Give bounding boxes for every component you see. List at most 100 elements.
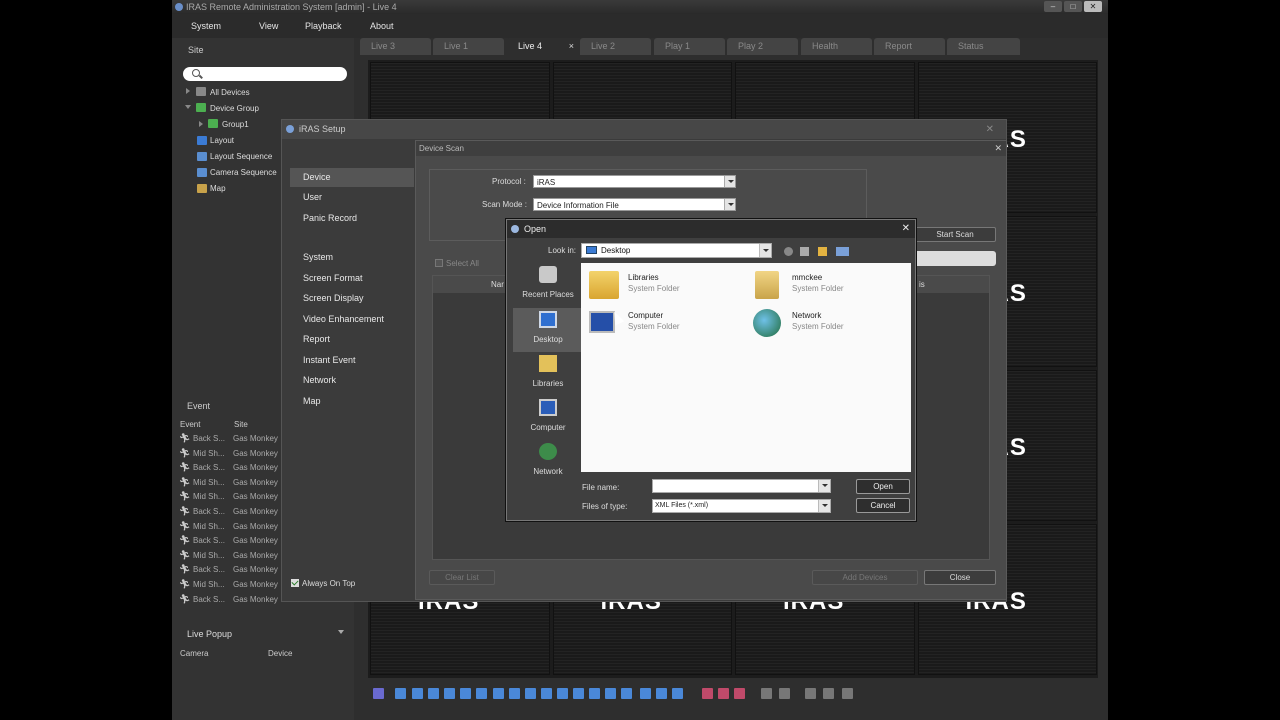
layout-toolbar-icon[interactable] xyxy=(589,688,600,699)
menu-view[interactable]: View xyxy=(259,21,278,31)
tree-item-group1[interactable]: Group1 xyxy=(222,120,249,129)
tab-live-4[interactable]: Live 4 × xyxy=(507,38,578,55)
look-in-select[interactable]: Desktop xyxy=(581,243,772,258)
always-on-top-checkbox[interactable]: Always On Top xyxy=(291,579,355,588)
nav-report[interactable]: Report xyxy=(290,330,414,349)
scan-mode-select[interactable]: Device Information File xyxy=(533,198,736,211)
select-all-checkbox[interactable]: Select All xyxy=(435,259,479,268)
cancel-button[interactable]: Cancel xyxy=(856,498,910,513)
layout-toolbar-icon[interactable] xyxy=(761,688,772,699)
site-search-input[interactable] xyxy=(183,67,347,81)
start-scan-button[interactable]: Start Scan xyxy=(914,227,996,242)
layout-toolbar-icon[interactable] xyxy=(412,688,423,699)
tab-health[interactable]: Health xyxy=(801,38,872,55)
tab-report[interactable]: Report xyxy=(874,38,945,55)
tree-item-map[interactable]: Map xyxy=(210,184,226,193)
tree-item-device-group[interactable]: Device Group xyxy=(210,104,259,113)
menu-system[interactable]: System xyxy=(191,21,221,31)
layout-toolbar-icon[interactable] xyxy=(823,688,834,699)
layout-toolbar-icon[interactable] xyxy=(656,688,667,699)
tab-live-3[interactable]: Live 3 xyxy=(360,38,431,55)
new-folder-icon[interactable] xyxy=(818,247,827,256)
layout-toolbar-icon[interactable] xyxy=(493,688,504,699)
tab-play-1[interactable]: Play 1 xyxy=(654,38,725,55)
up-folder-icon[interactable] xyxy=(800,247,809,256)
col-status[interactable]: is xyxy=(919,280,925,289)
event-col-event[interactable]: Event xyxy=(180,420,200,429)
tree-item-all-devices[interactable]: All Devices xyxy=(210,88,250,97)
file-item-computer[interactable]: Computer System Folder xyxy=(585,307,735,339)
tab-play-2[interactable]: Play 2 xyxy=(727,38,798,55)
nav-instant-event[interactable]: Instant Event xyxy=(290,351,414,370)
layout-toolbar-icon[interactable] xyxy=(476,688,487,699)
file-item-mmckee[interactable]: mmckee System Folder xyxy=(749,269,899,301)
layout-toolbar-icon[interactable] xyxy=(842,688,853,699)
layout-toolbar-icon[interactable] xyxy=(805,688,816,699)
file-name-input[interactable] xyxy=(652,479,831,493)
minimize-button[interactable]: – xyxy=(1044,1,1062,12)
open-button[interactable]: Open xyxy=(856,479,910,494)
place-desktop[interactable]: Desktop xyxy=(513,308,583,352)
tab-live-2[interactable]: Live 2 xyxy=(580,38,651,55)
tab-live-1[interactable]: Live 1 xyxy=(433,38,504,55)
file-item-libraries[interactable]: Libraries System Folder xyxy=(585,269,735,301)
nav-user[interactable]: User xyxy=(290,188,414,207)
nav-screen-display[interactable]: Screen Display xyxy=(290,289,414,308)
nav-network[interactable]: Network xyxy=(290,371,414,390)
layout-toolbar-icon[interactable] xyxy=(718,688,729,699)
layout-toolbar-icon[interactable] xyxy=(509,688,520,699)
close-button[interactable]: Close xyxy=(924,570,996,585)
tree-item-layout-sequence[interactable]: Layout Sequence xyxy=(210,152,272,161)
close-icon[interactable]: ✕ xyxy=(994,141,1002,156)
file-list[interactable]: Libraries System Folder mmckee System Fo… xyxy=(581,263,911,472)
nav-system[interactable]: System xyxy=(290,248,414,267)
layout-toolbar-icon[interactable] xyxy=(460,688,471,699)
nav-panic-record[interactable]: Panic Record xyxy=(290,209,414,228)
back-icon[interactable] xyxy=(784,247,793,256)
menu-about[interactable]: About xyxy=(370,21,394,31)
layout-toolbar-icon[interactable] xyxy=(541,688,552,699)
expand-icon[interactable] xyxy=(199,121,203,127)
close-icon[interactable]: ✕ xyxy=(986,120,994,139)
layout-toolbar-icon[interactable] xyxy=(779,688,790,699)
file-type-select[interactable]: XML Files (*.xml) xyxy=(652,499,831,513)
layout-toolbar-icon[interactable] xyxy=(702,688,713,699)
close-icon[interactable]: ✕ xyxy=(902,220,910,238)
layout-toolbar-icon[interactable] xyxy=(672,688,683,699)
close-window-button[interactable]: ✕ xyxy=(1084,1,1102,12)
col-name[interactable]: Nar xyxy=(491,280,504,289)
collapse-icon[interactable] xyxy=(185,105,191,109)
layout-toolbar-icon[interactable] xyxy=(573,688,584,699)
tree-item-camera-sequence[interactable]: Camera Sequence xyxy=(210,168,277,177)
layout-toolbar-icon[interactable] xyxy=(525,688,536,699)
nav-map[interactable]: Map xyxy=(290,392,414,411)
maximize-button[interactable]: □ xyxy=(1064,1,1082,12)
file-item-network[interactable]: Network System Folder xyxy=(749,307,899,339)
place-recent-places[interactable]: Recent Places xyxy=(513,263,583,307)
layout-toolbar-icon[interactable] xyxy=(605,688,616,699)
live-popup-col-camera[interactable]: Camera xyxy=(180,649,208,658)
layout-toolbar-icon[interactable] xyxy=(444,688,455,699)
layout-toolbar-icon[interactable] xyxy=(640,688,651,699)
live-popup-col-device[interactable]: Device xyxy=(268,649,292,658)
layout-toolbar-icon[interactable] xyxy=(734,688,745,699)
layout-toolbar-icon[interactable] xyxy=(621,688,632,699)
layout-toolbar-icon[interactable] xyxy=(557,688,568,699)
nav-video-enhancement[interactable]: Video Enhancement xyxy=(290,310,414,329)
view-menu-icon[interactable] xyxy=(836,247,849,256)
menu-playback[interactable]: Playback xyxy=(305,21,342,31)
clear-list-button[interactable]: Clear List xyxy=(429,570,495,585)
place-computer[interactable]: Computer xyxy=(513,396,583,440)
layout-toolbar-icon[interactable] xyxy=(428,688,439,699)
layout-toolbar-icon[interactable] xyxy=(395,688,406,699)
event-col-site[interactable]: Site xyxy=(234,420,248,429)
tree-item-layout[interactable]: Layout xyxy=(210,136,234,145)
tab-status[interactable]: Status xyxy=(947,38,1020,55)
layout-toolbar-icon[interactable] xyxy=(373,688,384,699)
expand-icon[interactable] xyxy=(186,88,190,94)
place-network[interactable]: Network xyxy=(513,440,583,484)
close-icon[interactable]: × xyxy=(569,38,574,55)
protocol-select[interactable]: iRAS xyxy=(533,175,736,188)
chevron-down-icon[interactable] xyxy=(338,630,344,634)
place-libraries[interactable]: Libraries xyxy=(513,352,583,396)
